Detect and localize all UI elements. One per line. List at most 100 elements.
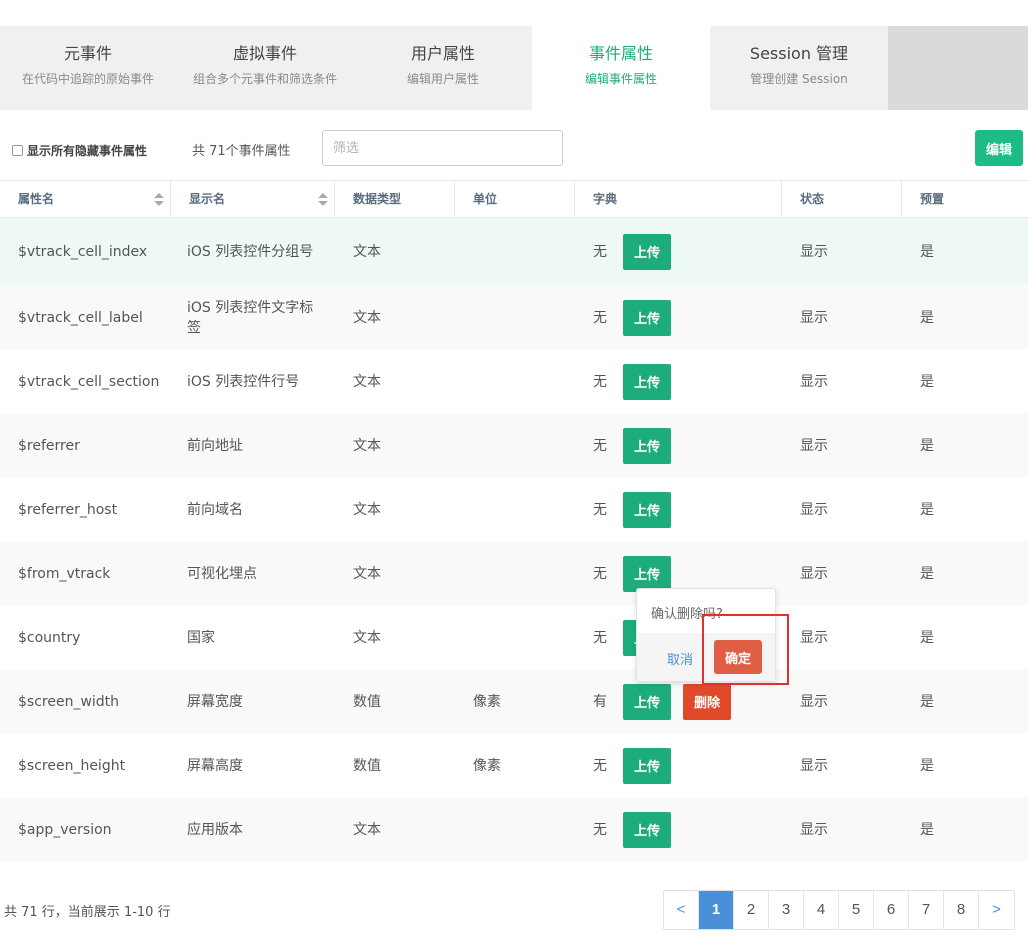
cell-dictionary: 无上传 xyxy=(575,233,782,270)
cell-data-type: 文本 xyxy=(353,373,381,390)
upload-button[interactable]: 上传 xyxy=(623,683,671,720)
cell-preset: 是 xyxy=(920,757,934,774)
table-row[interactable]: $referrer_host 前向域名 文本 无上传 显示 是 xyxy=(0,478,1028,542)
cell-preset: 是 xyxy=(920,565,934,582)
cell-dictionary: 无上传 xyxy=(575,491,782,528)
cell-preset: 是 xyxy=(920,629,934,646)
table-row[interactable]: $vtrack_cell_index iOS 列表控件分组号 文本 无上传 显示… xyxy=(0,218,1028,286)
edit-button[interactable]: 编辑 xyxy=(975,130,1023,166)
delete-button[interactable]: 删除 xyxy=(683,683,731,720)
page-button[interactable]: 3 xyxy=(769,891,804,929)
cell-property-name: $screen_width xyxy=(18,693,120,710)
page-button[interactable]: 8 xyxy=(944,891,979,929)
tab-bar: 元事件 在代码中追踪的原始事件 虚拟事件 组合多个元事件和筛选条件 用户属性 编… xyxy=(0,26,1028,110)
tab-meta-events[interactable]: 元事件 在代码中追踪的原始事件 xyxy=(0,26,176,110)
dictionary-value: 无 xyxy=(593,373,607,390)
table-row[interactable]: $app_version 应用版本 文本 无上传 显示 是 xyxy=(0,798,1028,862)
show-hidden-label: 显示所有隐藏事件属性 xyxy=(27,144,148,158)
page-button[interactable]: 5 xyxy=(839,891,874,929)
tab-subtitle: 组合多个元事件和筛选条件 xyxy=(192,72,337,86)
cell-property-name: $country xyxy=(18,629,81,646)
cancel-button[interactable]: 取消 xyxy=(667,649,693,668)
table-row[interactable]: $referrer 前向地址 文本 无上传 显示 是 xyxy=(0,414,1028,478)
tab-user-properties[interactable]: 用户属性 编辑用户属性 xyxy=(354,26,532,110)
show-hidden-checkbox[interactable] xyxy=(12,145,23,156)
tab-title: 虚拟事件 xyxy=(232,44,297,63)
next-page-button[interactable]: > xyxy=(979,891,1014,929)
header-unit: 单位 xyxy=(455,181,575,217)
dictionary-value: 无 xyxy=(593,821,607,838)
tab-subtitle: 编辑用户属性 xyxy=(406,72,479,86)
page-button[interactable]: 6 xyxy=(874,891,909,929)
cell-status: 显示 xyxy=(800,437,828,454)
page-button[interactable]: 1 xyxy=(699,891,734,929)
dictionary-value: 无 xyxy=(593,437,607,454)
header-label: 显示名 xyxy=(189,192,226,206)
cell-preset: 是 xyxy=(920,437,934,454)
sort-icon[interactable] xyxy=(154,193,164,207)
header-label: 属性名 xyxy=(18,192,55,206)
header-data-type: 数据类型 xyxy=(335,181,455,217)
dictionary-value: 无 xyxy=(593,243,607,260)
table-row[interactable]: $screen_width 屏幕宽度 数值 像素 有上传 删除 显示 是 xyxy=(0,670,1028,734)
dictionary-value: 有 xyxy=(593,693,607,710)
header-display-name[interactable]: 显示名 xyxy=(171,181,335,217)
cell-property-name: $referrer xyxy=(18,437,80,454)
show-hidden-toggle[interactable]: 显示所有隐藏事件属性 xyxy=(12,142,147,159)
table-row[interactable]: $from_vtrack 可视化埋点 文本 无上传 显示 是 xyxy=(0,542,1028,606)
tab-session-management[interactable]: Session 管理 管理创建 Session xyxy=(710,26,888,110)
cell-dictionary: 无上传 xyxy=(575,747,782,784)
prev-page-button[interactable]: < xyxy=(664,891,699,929)
cell-status: 显示 xyxy=(800,243,828,260)
table-row[interactable]: $vtrack_cell_section iOS 列表控件行号 文本 无上传 显… xyxy=(0,350,1028,414)
header-dictionary: 字典 xyxy=(575,181,782,217)
cell-display-name: 应用版本 xyxy=(187,821,243,838)
sort-icon[interactable] xyxy=(318,193,328,207)
cell-data-type: 文本 xyxy=(353,565,381,582)
tab-title: 用户属性 xyxy=(410,44,475,63)
cell-status: 显示 xyxy=(800,629,828,646)
cell-display-name: 前向地址 xyxy=(187,437,243,454)
upload-button[interactable]: 上传 xyxy=(623,811,671,848)
cell-dictionary: 无上传 xyxy=(575,363,782,400)
dictionary-value: 无 xyxy=(593,501,607,518)
table-row[interactable]: $screen_height 屏幕高度 数值 像素 无上传 显示 是 xyxy=(0,734,1028,798)
tab-event-properties[interactable]: 事件属性 编辑事件属性 xyxy=(532,26,710,110)
dictionary-value: 无 xyxy=(593,629,607,646)
tab-virtual-events[interactable]: 虚拟事件 组合多个元事件和筛选条件 xyxy=(176,26,354,110)
cell-status: 显示 xyxy=(800,565,828,582)
upload-button[interactable]: 上传 xyxy=(623,555,671,592)
cell-data-type: 文本 xyxy=(353,629,381,646)
tab-title: 事件属性 xyxy=(588,44,653,63)
upload-button[interactable]: 上传 xyxy=(623,299,671,336)
upload-button[interactable]: 上传 xyxy=(623,233,671,270)
cell-property-name: $vtrack_cell_section xyxy=(18,373,160,390)
cell-status: 显示 xyxy=(800,309,828,326)
cell-dictionary: 无上传 xyxy=(575,299,782,336)
cell-preset: 是 xyxy=(920,309,934,326)
page-button[interactable]: 4 xyxy=(804,891,839,929)
header-status: 状态 xyxy=(782,181,902,217)
table-row[interactable]: $vtrack_cell_label iOS 列表控件文字标签 文本 无上传 显… xyxy=(0,286,1028,350)
toolbar: 显示所有隐藏事件属性 共 71个事件属性 编辑 xyxy=(0,130,1028,166)
upload-button[interactable]: 上传 xyxy=(623,747,671,784)
header-label: 字典 xyxy=(593,192,618,206)
pagination-summary: 共 71 行，当前展示 1-10 行 xyxy=(4,905,171,920)
pagination: < 1 2 3 4 5 6 7 8 > xyxy=(663,890,1015,930)
upload-button[interactable]: 上传 xyxy=(623,427,671,464)
cell-status: 显示 xyxy=(800,821,828,838)
page-button[interactable]: 2 xyxy=(734,891,769,929)
total-count: 共 71个事件属性 xyxy=(192,144,291,159)
cell-status: 显示 xyxy=(800,373,828,390)
cell-data-type: 文本 xyxy=(353,309,381,326)
cell-dictionary: 无上传 xyxy=(575,427,782,464)
upload-button[interactable]: 上传 xyxy=(623,363,671,400)
cell-status: 显示 xyxy=(800,693,828,710)
upload-button[interactable]: 上传 xyxy=(623,491,671,528)
header-property-name[interactable]: 属性名 xyxy=(0,181,171,217)
cell-preset: 是 xyxy=(920,693,934,710)
table-row[interactable]: $country 国家 文本 无上传 显示 是 xyxy=(0,606,1028,670)
page-button[interactable]: 7 xyxy=(909,891,944,929)
filter-input[interactable] xyxy=(322,130,563,166)
header-label: 状态 xyxy=(800,192,825,206)
